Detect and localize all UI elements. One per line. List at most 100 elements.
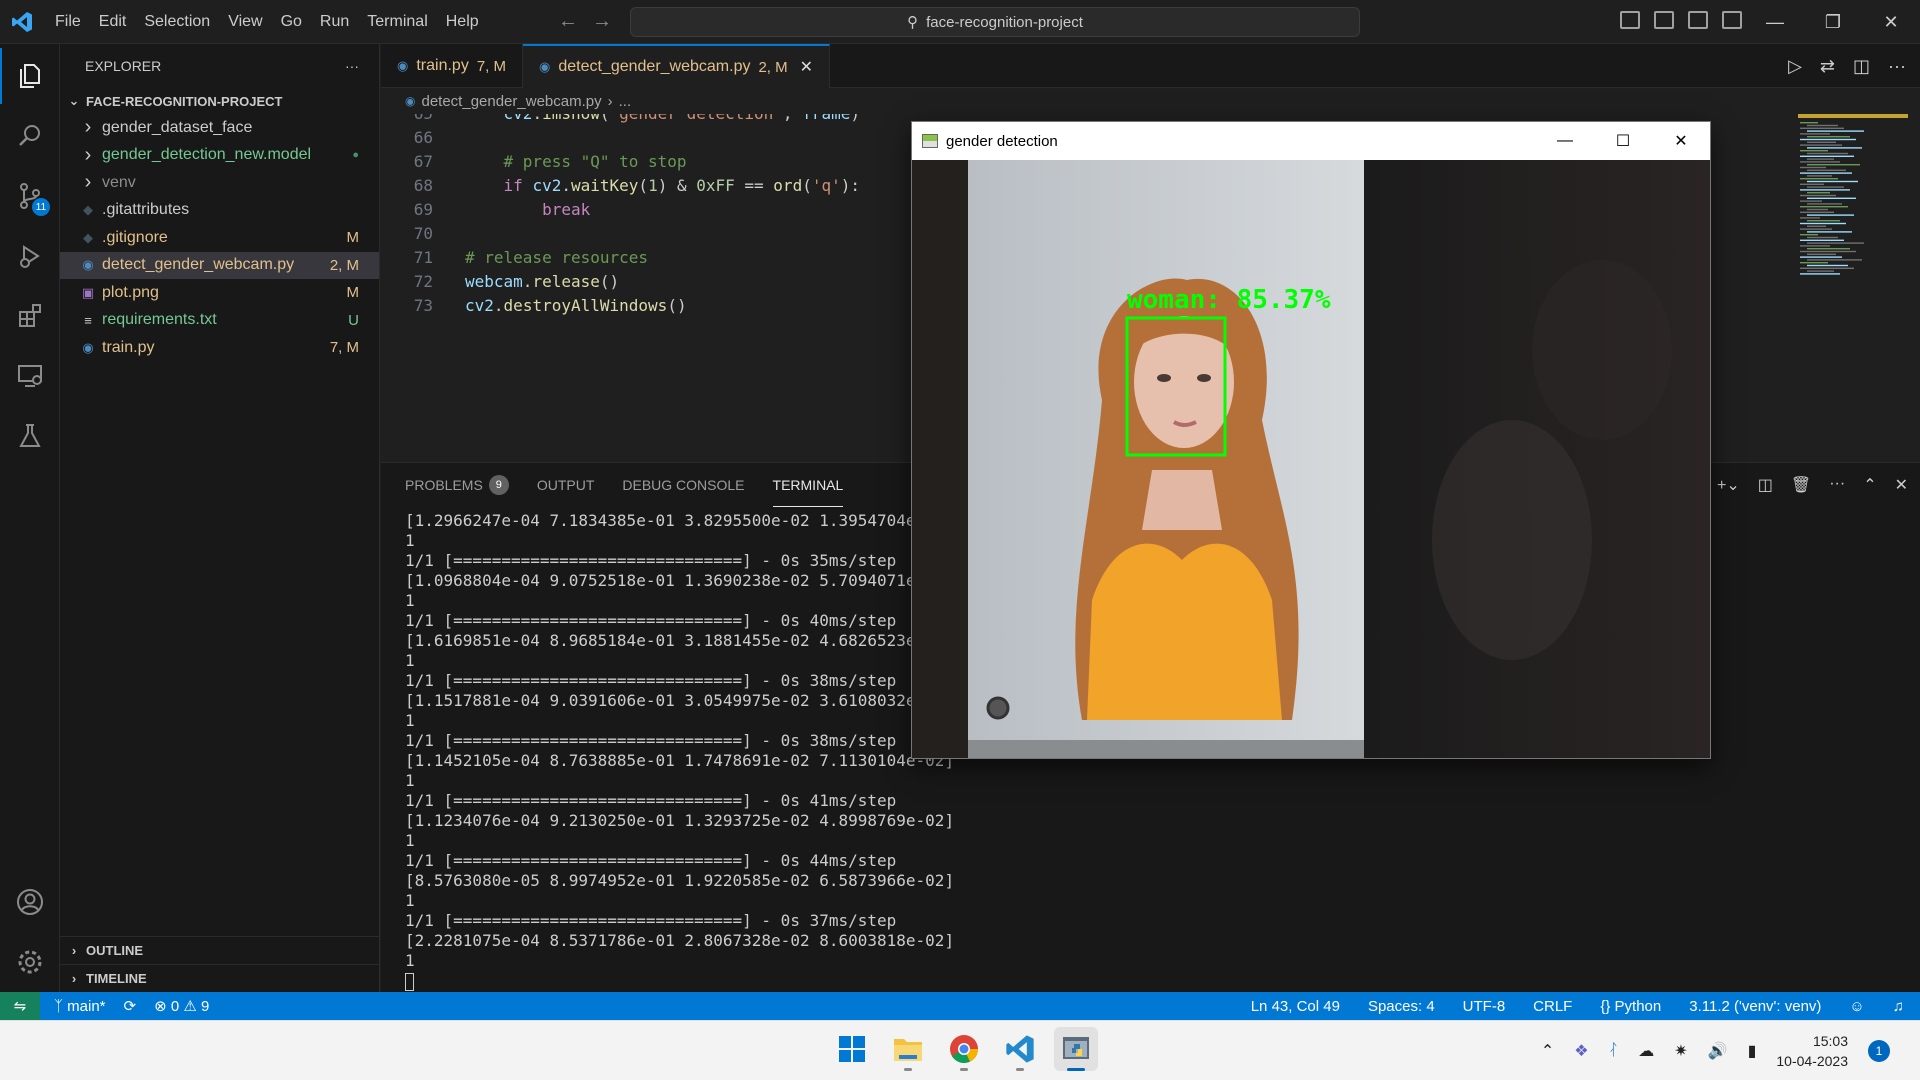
branch-indicator[interactable]: ᛉ main*	[54, 998, 106, 1015]
search-icon[interactable]	[0, 108, 60, 164]
menu-go[interactable]: Go	[272, 0, 311, 44]
more-actions-icon[interactable]: ···	[1888, 56, 1906, 77]
minimap-line	[1807, 225, 1826, 227]
window-close-icon[interactable]: ✕	[1652, 122, 1710, 160]
menu-terminal[interactable]: Terminal	[358, 0, 436, 44]
tree-item-label: .gitignore	[102, 228, 168, 246]
terminal-prompt[interactable]	[405, 971, 1895, 991]
remote-indicator-icon[interactable]: ⇋	[0, 992, 40, 1020]
window-maximize-icon[interactable]: ☐	[1594, 122, 1652, 160]
tree-item[interactable]: › gender_detection_new.model ●	[60, 142, 379, 170]
python-interpreter[interactable]: 3.11.2 ('venv': venv)	[1689, 998, 1821, 1015]
tab-detect-gender-webcam[interactable]: ◉ detect_gender_webcam.py 2, M ✕	[523, 44, 831, 88]
menu-view[interactable]: View	[219, 0, 271, 44]
split-terminal-icon[interactable]: ◫	[1758, 475, 1773, 495]
tab-output[interactable]: OUTPUT	[537, 463, 595, 507]
clock[interactable]: 15:03 10-04-2023	[1776, 1031, 1848, 1071]
problems-indicator[interactable]: ⊗ 0 ⚠ 9	[154, 997, 209, 1015]
close-panel-icon[interactable]: ✕	[1895, 475, 1908, 495]
bluetooth-icon[interactable]: ᛮ	[1609, 1042, 1619, 1060]
command-center-search[interactable]: ⚲ face-recognition-project	[630, 7, 1360, 37]
tab-terminal[interactable]: TERMINAL	[772, 463, 844, 507]
tree-item[interactable]: ◆ .gitattributes	[60, 197, 379, 225]
line-number: 70	[413, 224, 433, 243]
open-changes-icon[interactable]: ⇄	[1820, 56, 1835, 77]
minimap[interactable]	[1798, 114, 1908, 284]
sync-icon[interactable]: ⟳	[124, 997, 137, 1015]
customize-layout-icon[interactable]	[1722, 11, 1742, 29]
chrome-icon[interactable]	[942, 1027, 986, 1071]
forward-arrow-icon[interactable]: →	[592, 10, 612, 33]
tab-debug-console[interactable]: DEBUG CONSOLE	[622, 463, 744, 507]
outline-section-header[interactable]: › OUTLINE	[60, 936, 380, 964]
terminal-line: 1	[405, 831, 415, 850]
breadcrumb-file[interactable]: detect_gender_webcam.py	[421, 93, 601, 110]
notification-badge[interactable]: 1	[1868, 1040, 1890, 1062]
remote-explorer-icon[interactable]	[0, 348, 60, 404]
breadcrumb-more[interactable]: ...	[619, 93, 632, 110]
battery-icon[interactable]: ▮	[1748, 1041, 1757, 1061]
run-python-icon[interactable]: ▷	[1788, 56, 1802, 77]
tree-item[interactable]: › gender_dataset_face	[60, 114, 379, 142]
minimap-line	[1800, 144, 1842, 146]
teams-icon[interactable]: ❖	[1574, 1041, 1588, 1061]
indentation[interactable]: Spaces: 4	[1368, 998, 1435, 1015]
end-of-line[interactable]: CRLF	[1533, 998, 1572, 1015]
new-terminal-icon[interactable]: +⌄	[1717, 475, 1740, 495]
file-explorer-icon[interactable]	[886, 1027, 930, 1071]
tree-item[interactable]: ≡ requirements.txt U	[60, 307, 379, 335]
tree-item[interactable]: ▣ plot.png M	[60, 279, 379, 307]
minimize-icon[interactable]: —	[1746, 0, 1804, 44]
menu-file[interactable]: File	[46, 0, 90, 44]
extensions-icon[interactable]	[0, 288, 60, 344]
toggle-panel-icon[interactable]	[1654, 11, 1674, 29]
minimap-line	[1807, 186, 1844, 188]
source-control-icon[interactable]: 11	[0, 168, 60, 224]
terminal-line: [8.5763080e-05 8.9974952e-01 1.9220585e-…	[405, 871, 955, 890]
volume-icon[interactable]: 🔊	[1708, 1041, 1728, 1061]
vscode-taskbar-icon[interactable]	[998, 1027, 1042, 1071]
python-opencv-window-icon[interactable]	[1054, 1027, 1098, 1071]
explorer-icon[interactable]	[0, 48, 60, 104]
close-tab-icon[interactable]: ✕	[800, 57, 813, 77]
gender-detection-window[interactable]: gender detection — ☐ ✕ woman: 85.37%	[911, 121, 1711, 759]
tree-item[interactable]: › venv	[60, 169, 379, 197]
toggle-secondary-sidebar-icon[interactable]	[1688, 11, 1708, 29]
back-arrow-icon[interactable]: ←	[558, 10, 578, 33]
menu-selection[interactable]: Selection	[135, 0, 219, 44]
timeline-section-header[interactable]: › TIMELINE	[60, 964, 380, 992]
wifi-icon[interactable]: ✷	[1674, 1041, 1687, 1061]
tree-item[interactable]: ◉ detect_gender_webcam.py 2, M	[60, 251, 379, 279]
menu-run[interactable]: Run	[311, 0, 358, 44]
accounts-icon[interactable]	[0, 874, 60, 930]
language-mode[interactable]: {} Python	[1600, 998, 1661, 1015]
tree-item[interactable]: ◉ train.py 7, M	[60, 334, 379, 362]
menu-edit[interactable]: Edit	[90, 0, 136, 44]
testing-icon[interactable]	[0, 408, 60, 464]
onedrive-cloud-icon[interactable]: ☁	[1638, 1041, 1654, 1061]
toggle-sidebar-icon[interactable]	[1620, 11, 1640, 29]
encoding[interactable]: UTF-8	[1463, 998, 1506, 1015]
settings-gear-icon[interactable]	[0, 934, 60, 990]
cursor-position[interactable]: Ln 43, Col 49	[1251, 998, 1340, 1015]
show-hidden-icons-chevron-up-icon[interactable]: ⌃	[1541, 1041, 1554, 1061]
feedback-icon[interactable]: ☺	[1849, 998, 1864, 1015]
notifications-bell-icon[interactable]: ♫	[1893, 998, 1904, 1015]
restore-icon[interactable]: ❐	[1804, 0, 1862, 44]
window-minimize-icon[interactable]: —	[1536, 122, 1594, 160]
more-actions-icon[interactable]: ···	[1829, 475, 1845, 495]
close-icon[interactable]: ✕	[1862, 0, 1920, 44]
maximize-panel-chevron-up-icon[interactable]: ⌃	[1863, 475, 1876, 495]
tree-item[interactable]: ◆ .gitignore M	[60, 224, 379, 252]
split-editor-icon[interactable]: ◫	[1853, 56, 1870, 77]
run-debug-icon[interactable]	[0, 228, 60, 284]
project-section-header[interactable]: ⌄ FACE-RECOGNITION-PROJECT	[60, 88, 379, 114]
image-file-icon: ▣	[81, 284, 95, 300]
kill-terminal-trash-icon[interactable]: 🗑	[1791, 475, 1811, 495]
menu-help[interactable]: Help	[437, 0, 488, 44]
more-actions-icon[interactable]: ···	[345, 58, 359, 74]
tab-problems[interactable]: PROBLEMS 9	[405, 463, 509, 507]
windows-start-icon[interactable]	[830, 1027, 874, 1071]
tab-train-py[interactable]: ◉ train.py 7, M	[381, 44, 523, 88]
vscode-logo-icon	[0, 0, 44, 44]
